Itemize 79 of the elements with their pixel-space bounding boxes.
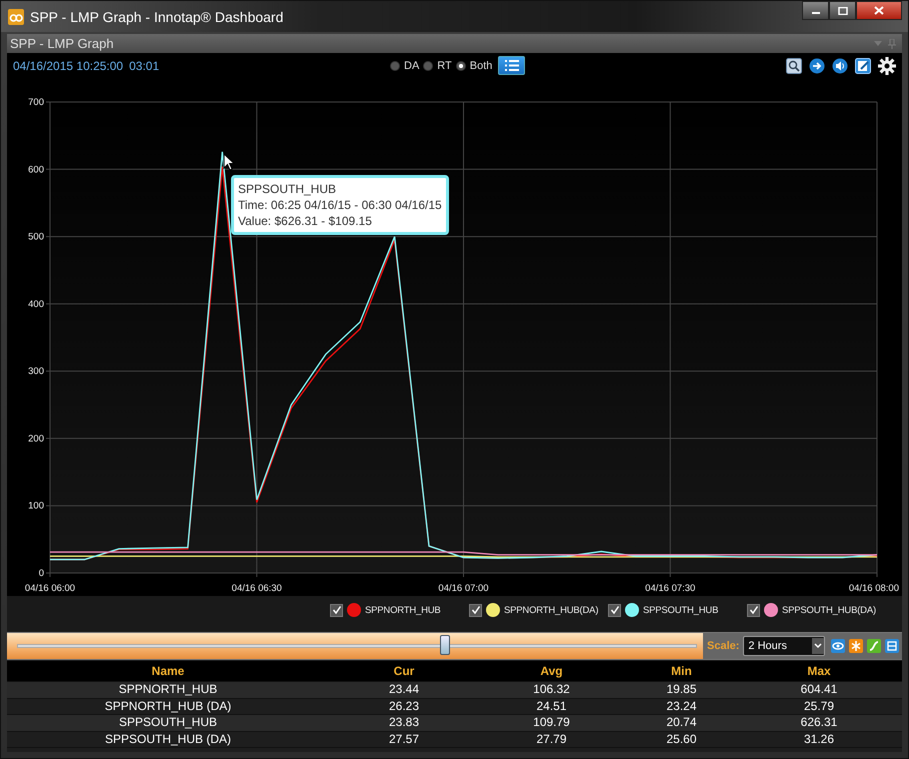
panel-title: SPP - LMP Graph [10,36,114,51]
list-button[interactable] [498,56,526,75]
x-axis-label: 04/16 07:00 [438,583,489,594]
radio-button[interactable]: Both [456,60,492,72]
checkbox[interactable] [330,604,343,616]
column-header[interactable]: Name [152,664,184,678]
close-icon [874,6,884,15]
table-cell: 20.74 [666,715,697,730]
table-cell: 31.26 [804,732,834,747]
slider-thumb[interactable] [440,635,450,655]
table-cell: 626.31 [800,715,838,730]
edit-icon[interactable] [855,58,871,74]
arrow-right-icon[interactable] [809,58,825,74]
table-cell: SPPNORTH_HUB [118,682,218,698]
table-cell: 25.60 [666,732,697,747]
y-axis-label: 700 [28,97,44,108]
y-axis-label: 0 [38,568,44,579]
column-header[interactable]: Avg [540,664,563,678]
column-header[interactable]: Min [671,664,692,678]
column-header[interactable]: Max [807,664,831,678]
table-cell: 27.79 [536,732,567,747]
eye-icon[interactable] [831,639,846,653]
y-axis-label: 400 [28,298,44,310]
cursor-icon [223,153,235,171]
table-icon[interactable] [885,639,900,653]
asterisk-icon[interactable] [849,639,864,653]
table-cell: 109.79 [533,715,570,730]
tooltip-text: SPPSOUTH_HUB [238,181,338,197]
checkbox[interactable] [608,604,621,616]
datetime-text: 04/16/2015 10:25:00 [13,59,124,73]
x-axis-label: 04/16 08:00 [848,583,899,594]
y-axis-label: 100 [28,500,44,512]
legend-label: SPPNORTH_HUB(DA) [504,604,598,616]
scale-dropdown[interactable]: 2 Hours [743,636,826,656]
table-cell: SPPSOUTH_HUB [118,715,218,730]
app-logo-icon [8,8,24,24]
x-axis-label: 04/16 06:00 [24,583,76,594]
y-axis-label: 600 [28,164,44,176]
table-cell: SPPSOUTH_HUB (DA) [104,732,232,747]
table-cell: SPPNORTH_HUB (DA) [104,698,232,714]
table-cell: 23.24 [666,698,697,714]
zoom-icon[interactable] [786,58,802,74]
column-header[interactable]: Cur [394,664,414,678]
checkbox[interactable] [469,604,482,616]
maximize-button[interactable] [829,1,856,20]
table-cell: 23.44 [388,682,420,698]
table-cell: 24.51 [536,698,567,714]
caret-icon [812,638,824,654]
radio-button[interactable]: RT [423,60,452,72]
legend-label: SPPSOUTH_HUB(DA) [782,604,876,616]
scale-label: Scale: [707,640,740,652]
table-cell: 27.57 [388,732,420,747]
settings-icon[interactable] [878,57,896,75]
table-cell: 26.23 [388,698,420,714]
window-title: SPP - LMP Graph - Innotap® Dashboard [30,8,284,24]
table-cell: 23.83 [388,715,420,730]
list-icon [504,60,519,71]
x-axis-label: 04/16 07:30 [645,583,696,594]
table-cell: 19.85 [666,682,697,698]
elapsed-time: 03:01 [129,59,160,73]
close-button[interactable] [856,1,902,20]
x-axis-label: 04/16 06:30 [232,583,282,594]
table-cell: 106.32 [533,682,570,698]
minimize-button[interactable] [802,1,829,20]
maximize-icon [838,6,848,14]
radio-button[interactable]: DA [390,60,420,72]
checkbox[interactable] [747,604,760,616]
y-axis-label: 300 [28,366,44,378]
table-cell: 604.41 [800,682,838,698]
y-axis-label: 500 [28,232,44,243]
table-cell: 25.79 [804,698,834,714]
legend-label: SPPNORTH_HUB [365,604,441,616]
y-axis-label: 200 [28,433,44,444]
speaker-icon[interactable] [832,58,848,74]
tooltip-text: Time: 06:25 04/16/15 - 06:30 04/16/15 [238,197,442,213]
legend-label: SPPSOUTH_HUB [643,604,718,616]
curve-icon[interactable] [867,639,882,653]
timeline-slider[interactable] [7,633,703,659]
tooltip-text: Value: $626.31 - $109.15 [238,213,373,229]
